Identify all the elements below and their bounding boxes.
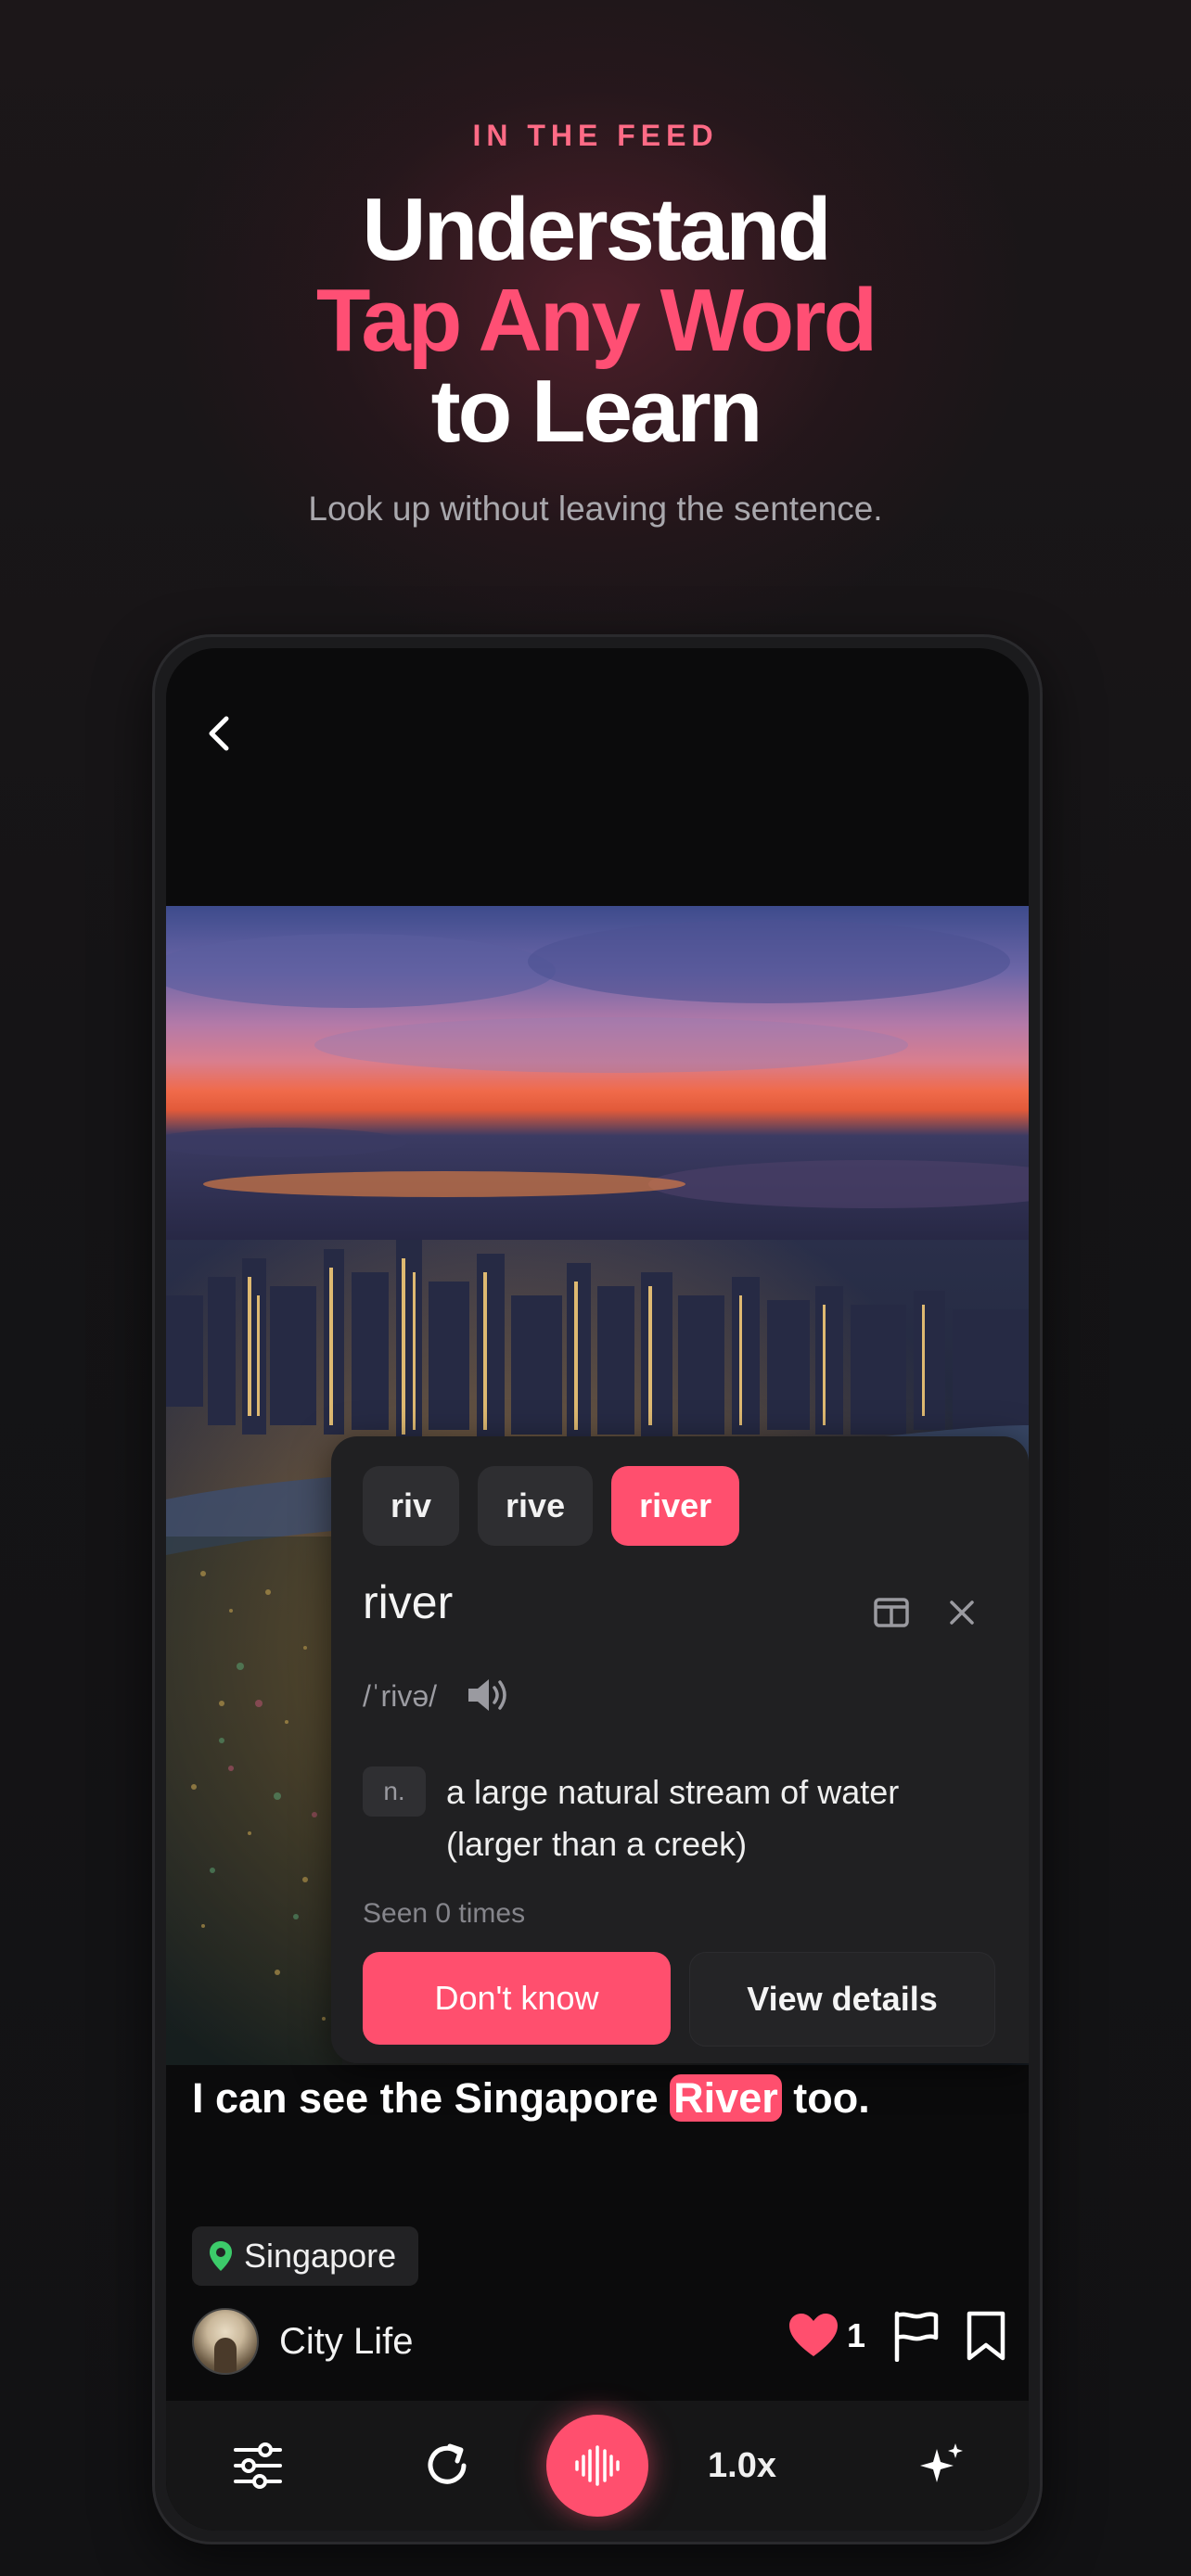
part-of-speech-badge: n. bbox=[363, 1766, 426, 1817]
bookmark-icon[interactable] bbox=[966, 2310, 1006, 2362]
chip-river[interactable]: river bbox=[611, 1466, 740, 1546]
back-chevron-icon bbox=[209, 716, 229, 751]
phone-frame: riv rive river river /ˈrivə/ n. a large … bbox=[152, 634, 1043, 2544]
phonetic-text: /ˈrivə/ bbox=[363, 1679, 437, 1713]
location-pin-icon bbox=[210, 2241, 232, 2271]
dont-know-button[interactable]: Don't know bbox=[363, 1952, 671, 2045]
play-audio-button[interactable] bbox=[546, 2415, 648, 2517]
sidebar-panel-button[interactable] bbox=[871, 1592, 912, 1633]
back-button[interactable] bbox=[192, 706, 248, 761]
location-label: Singapore bbox=[244, 2237, 397, 2275]
play-audio-circle[interactable] bbox=[546, 2415, 648, 2517]
flag-icon[interactable] bbox=[891, 2310, 940, 2362]
close-popup-button[interactable] bbox=[941, 1592, 982, 1633]
headline-line-2: Tap Any Word bbox=[315, 271, 877, 370]
pronunciation-button[interactable] bbox=[463, 1672, 515, 1718]
sliders-icon bbox=[234, 2442, 282, 2489]
dictionary-popup: riv rive river river /ˈrivə/ n. a large … bbox=[331, 1436, 1029, 2063]
speaker-icon bbox=[468, 1679, 506, 1711]
eyebrow-label: IN THE FEED bbox=[472, 119, 719, 152]
avatar[interactable] bbox=[192, 2308, 259, 2375]
author-name[interactable]: City Life bbox=[279, 2321, 414, 2363]
location-tag[interactable]: Singapore bbox=[192, 2226, 419, 2286]
headline-line-3: to Learn bbox=[430, 362, 763, 461]
author-row[interactable]: City Life bbox=[192, 2308, 414, 2375]
app-screen: riv rive river river /ˈrivə/ n. a large … bbox=[166, 648, 1029, 2531]
caption-highlighted-word[interactable]: River bbox=[670, 2074, 782, 2122]
settings-button[interactable] bbox=[225, 2421, 290, 2510]
hero-subtitle: Look up without leaving the sentence. bbox=[308, 490, 883, 528]
seen-count: Seen 0 times bbox=[363, 1898, 526, 1929]
ai-assist-button[interactable] bbox=[908, 2421, 973, 2510]
word-variant-chips: riv rive river bbox=[363, 1466, 740, 1546]
caption-text-after[interactable]: too. bbox=[782, 2074, 869, 2122]
like-count: 1 bbox=[846, 2316, 865, 2354]
replay-button[interactable] bbox=[415, 2421, 480, 2510]
chip-riv[interactable]: riv bbox=[363, 1466, 460, 1546]
post-actions: 1 bbox=[788, 2310, 1006, 2362]
popup-word: river bbox=[363, 1576, 454, 1628]
sidebar-panel-icon bbox=[874, 1598, 909, 1627]
caption-text-before[interactable]: I can see the Singapore bbox=[192, 2074, 670, 2122]
definition-text: a large natural stream of water (larger … bbox=[446, 1773, 900, 1863]
playback-speed-button[interactable]: 1.0x bbox=[700, 2421, 784, 2510]
chip-rive[interactable]: rive bbox=[478, 1466, 594, 1546]
sparkles-icon bbox=[920, 2443, 963, 2482]
replay-icon bbox=[428, 2443, 467, 2484]
close-icon bbox=[950, 1600, 974, 1625]
playback-bottom-bar: 1.0x bbox=[166, 2401, 1029, 2531]
like-button[interactable]: 1 bbox=[788, 2313, 865, 2359]
view-details-button[interactable]: View details bbox=[689, 1952, 995, 2047]
waveform-icon bbox=[575, 2445, 620, 2486]
heart-icon bbox=[788, 2314, 838, 2356]
subtitle-caption: I can see the Singapore River too. bbox=[192, 2074, 870, 2123]
headline-line-1: Understand bbox=[362, 180, 831, 279]
